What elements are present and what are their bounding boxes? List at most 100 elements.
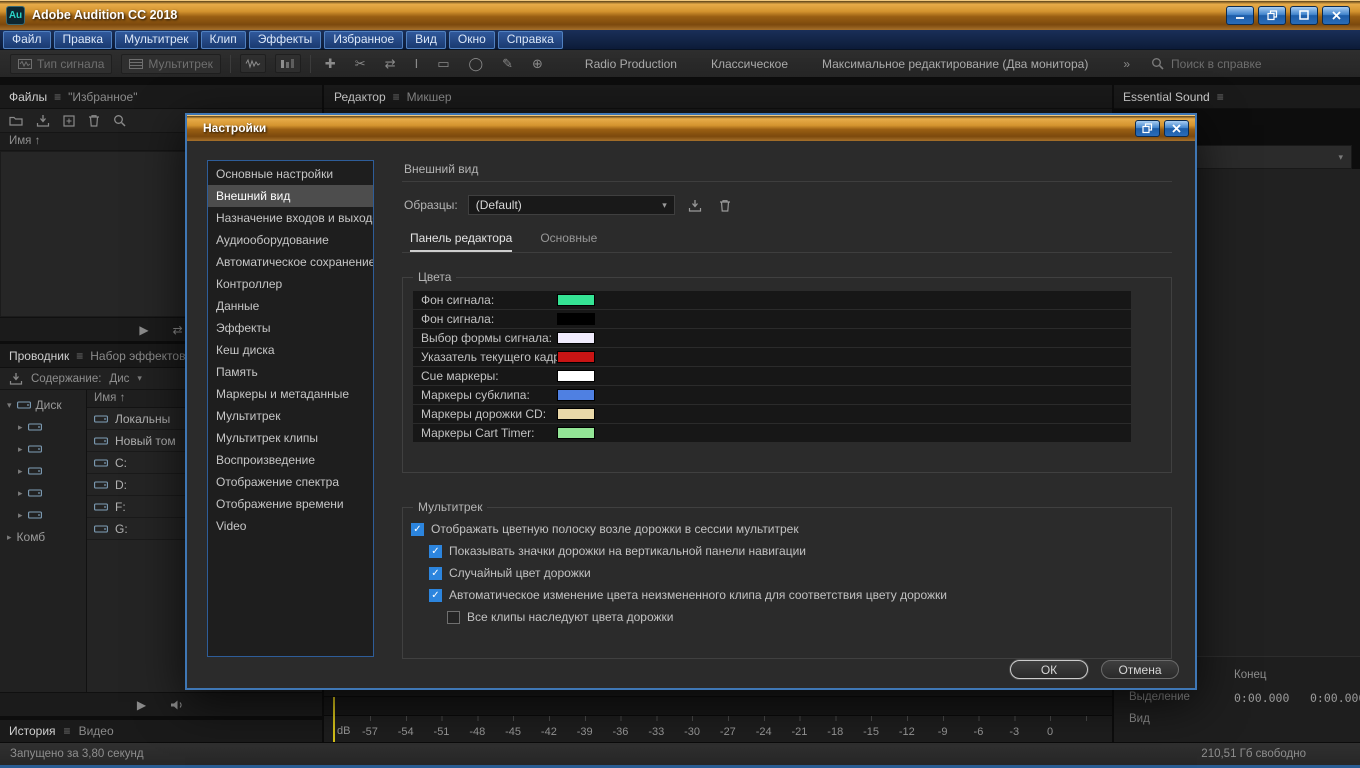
color-swatch[interactable]: [557, 370, 595, 382]
close-button[interactable]: [1322, 6, 1350, 25]
checkbox[interactable]: [447, 611, 460, 624]
tab-favorites[interactable]: "Избранное": [68, 90, 137, 104]
workspace-classic[interactable]: Классическое: [711, 57, 788, 71]
category-media-disk-cache[interactable]: Кеш диска: [208, 339, 373, 361]
move-tool-icon[interactable]: ✚: [320, 56, 341, 72]
menu-effects[interactable]: Эффекты: [249, 31, 322, 49]
tab-explorer[interactable]: Проводник: [9, 349, 69, 363]
razor-tool-icon[interactable]: ✂: [350, 56, 371, 72]
files-list[interactable]: [1, 152, 204, 316]
open-folder-icon[interactable]: [9, 115, 23, 126]
chevron-collapsed-icon[interactable]: ▸: [18, 466, 23, 477]
import-icon[interactable]: [9, 372, 23, 385]
color-swatch[interactable]: [557, 313, 595, 325]
category-audio-hardware[interactable]: Аудиооборудование: [208, 229, 373, 251]
checkbox[interactable]: [429, 545, 442, 558]
contents-dropdown[interactable]: Дис: [109, 373, 129, 385]
panel-menu-icon[interactable]: ≡: [76, 349, 83, 363]
category-spectral-display[interactable]: Отображение спектра: [208, 471, 373, 493]
category-auto-save[interactable]: Автоматическое сохранение: [208, 251, 373, 273]
cancel-button[interactable]: Отмена: [1101, 660, 1179, 679]
color-swatch[interactable]: [557, 351, 595, 363]
tree-item-drive[interactable]: ▸: [0, 482, 86, 504]
workspace-overflow-icon[interactable]: »: [1123, 57, 1130, 71]
category-memory[interactable]: Память: [208, 361, 373, 383]
dialog-close-button[interactable]: [1164, 120, 1189, 137]
category-multitrack-clips[interactable]: Мультитрек клипы: [208, 427, 373, 449]
paintbrush-tool-icon[interactable]: ✎: [497, 56, 518, 72]
panel-menu-icon[interactable]: ≡: [64, 724, 71, 738]
tree-item-drive[interactable]: ▸: [0, 460, 86, 482]
play-icon[interactable]: ▶: [139, 323, 148, 337]
restore-button[interactable]: [1258, 6, 1286, 25]
menu-view[interactable]: Вид: [406, 31, 446, 49]
menu-help[interactable]: Справка: [498, 31, 563, 49]
menu-file[interactable]: Файл: [3, 31, 51, 49]
save-preset-button[interactable]: [685, 196, 705, 214]
menu-window[interactable]: Окно: [449, 31, 495, 49]
tab-editor[interactable]: Редактор: [334, 90, 386, 104]
delete-icon[interactable]: [88, 114, 100, 127]
category-multitrack[interactable]: Мультитрек: [208, 405, 373, 427]
presets-select[interactable]: (Default) ▾: [468, 195, 675, 215]
import-file-icon[interactable]: [36, 114, 50, 127]
maximize-button[interactable]: [1290, 6, 1318, 25]
panel-menu-icon[interactable]: ≡: [1217, 90, 1224, 104]
color-swatch[interactable]: [557, 332, 595, 344]
category-data[interactable]: Данные: [208, 295, 373, 317]
checkbox[interactable]: [429, 567, 442, 580]
menu-clip[interactable]: Клип: [201, 31, 246, 49]
dialog-title-bar[interactable]: Настройки: [187, 115, 1195, 141]
workspace-radio-production[interactable]: Radio Production: [585, 57, 677, 71]
tree-item-combined[interactable]: ▸ Комб: [0, 526, 86, 548]
workspace-max-editing[interactable]: Максимальное редактирование (Два монитор…: [822, 57, 1088, 71]
delete-preset-button[interactable]: [715, 196, 735, 214]
menu-edit[interactable]: Правка: [54, 31, 113, 49]
chevron-collapsed-icon[interactable]: ▸: [18, 510, 23, 521]
category-time-display[interactable]: Отображение времени: [208, 493, 373, 515]
tree-item-drive[interactable]: ▸: [0, 504, 86, 526]
search-files-icon[interactable]: [113, 114, 126, 127]
playhead-marker[interactable]: [333, 697, 335, 742]
checkbox[interactable]: [411, 523, 424, 536]
marquee-selection-tool-icon[interactable]: ▭: [432, 56, 454, 72]
tab-history[interactable]: История: [9, 724, 56, 738]
tree-item-drive[interactable]: ▸: [0, 416, 86, 438]
waveform-view-button[interactable]: Тип сигнала: [10, 54, 112, 74]
checkbox[interactable]: [429, 589, 442, 602]
loop-playback-icon[interactable]: ⇄: [173, 323, 183, 337]
waveform-display-button[interactable]: [240, 54, 266, 73]
spectral-display-button[interactable]: [275, 54, 301, 73]
chevron-collapsed-icon[interactable]: ▸: [18, 488, 23, 499]
category-playback[interactable]: Воспроизведение: [208, 449, 373, 471]
time-selection-tool-icon[interactable]: I: [410, 56, 424, 71]
menu-multitrack[interactable]: Мультитрек: [115, 31, 197, 49]
slip-tool-icon[interactable]: ⇄: [380, 56, 401, 72]
category-audio-channel-mapping[interactable]: Назначение входов и выходов: [208, 207, 373, 229]
dialog-restore-button[interactable]: [1135, 120, 1160, 137]
spot-healing-tool-icon[interactable]: ⊕: [527, 56, 548, 72]
tab-essential-sound[interactable]: Essential Sound: [1123, 90, 1210, 104]
color-swatch[interactable]: [557, 389, 595, 401]
color-swatch[interactable]: [557, 408, 595, 420]
tab-effects-rack[interactable]: Набор эффектов: [90, 349, 185, 363]
speaker-icon[interactable]: [170, 699, 185, 711]
tree-item-disk[interactable]: ▾ Диск: [0, 394, 86, 416]
category-markers-metadata[interactable]: Маркеры и метаданные: [208, 383, 373, 405]
multitrack-view-button[interactable]: Мультитрек: [121, 54, 220, 74]
chevron-collapsed-icon[interactable]: ▸: [18, 422, 23, 433]
category-general[interactable]: Основные настройки: [208, 163, 373, 185]
category-appearance[interactable]: Внешний вид: [208, 185, 373, 207]
tab-files[interactable]: Файлы: [9, 90, 47, 104]
category-effects[interactable]: Эффекты: [208, 317, 373, 339]
color-swatch[interactable]: [557, 294, 595, 306]
help-search-input[interactable]: Поиск в справке: [1151, 57, 1339, 71]
new-item-icon[interactable]: [63, 115, 75, 127]
tab-mixer[interactable]: Микшер: [407, 90, 452, 104]
chevron-collapsed-icon[interactable]: ▸: [7, 532, 12, 543]
category-control-surface[interactable]: Контроллер: [208, 273, 373, 295]
minimize-button[interactable]: [1226, 6, 1254, 25]
tree-item-drive[interactable]: ▸: [0, 438, 86, 460]
selection-duration-value[interactable]: 0:00.000: [1310, 691, 1360, 705]
chevron-expanded-icon[interactable]: ▾: [7, 400, 12, 411]
